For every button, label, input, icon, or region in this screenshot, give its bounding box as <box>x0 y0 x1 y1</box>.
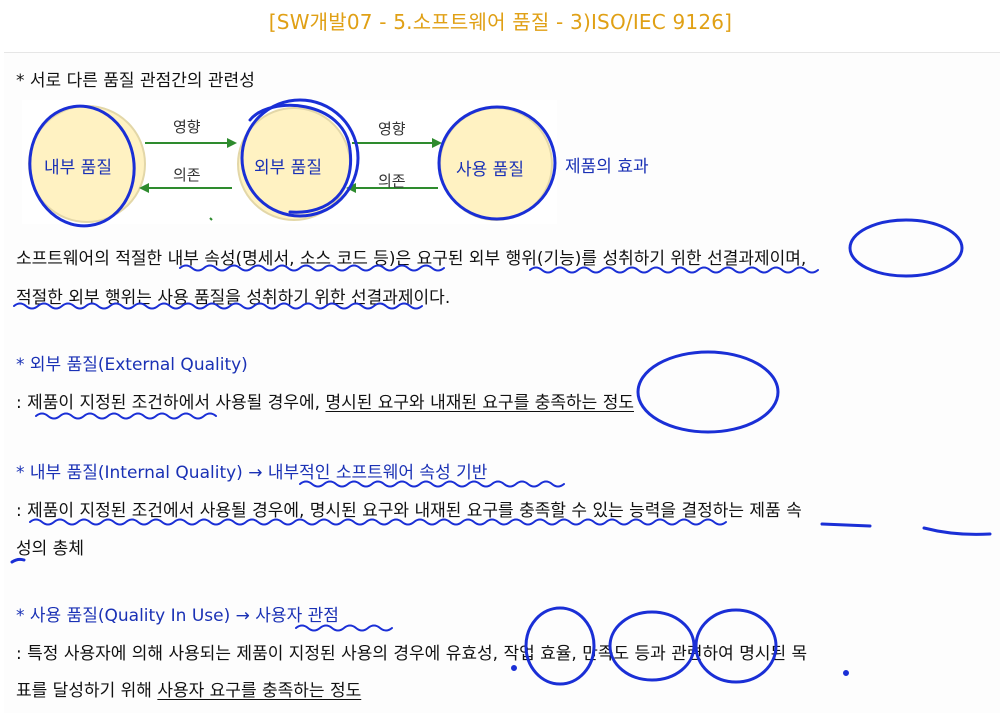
internal-quality-description-2: 성의 총체 <box>16 539 84 559</box>
in-use-quality-description-1: : 특정 사용자에 의해 사용되는 제품이 지정된 사용의 경우에 유효성, 작… <box>16 644 808 664</box>
section-heading: * 서로 다른 품질 관점간의 관련성 <box>16 71 255 91</box>
product-effect-label: 제품의 효과 <box>565 157 649 177</box>
internal-heading-basis: 내부적인 소프트웨어 속성 기반 <box>267 463 488 483</box>
internal-quality-label: 내부 품질 <box>44 158 112 178</box>
external-desc-underlined: 명시된 요구와 내재된 요구를 충족하는 정도 <box>325 393 634 413</box>
external-quality-label: 외부 품질 <box>254 158 322 178</box>
internal-heading-text: * 내부 품질(Internal Quality) → <box>16 463 268 483</box>
in-use-desc-text: 표를 달성하기 위해 <box>16 681 158 701</box>
internal-quality-description-1: : 제품이 지정된 조건에서 사용될 경우에, 명시된 요구와 내재된 요구를 … <box>16 501 802 521</box>
influence-label-2: 영향 <box>378 120 406 138</box>
depend-label-1: 의존 <box>173 166 201 184</box>
internal-quality-heading: * 내부 품질(Internal Quality) → 내부적인 소프트웨어 속… <box>16 458 487 483</box>
depend-label-2: 의존 <box>378 172 406 190</box>
in-use-quality-description-2: 표를 달성하기 위해 사용자 요구를 충족하는 정도 <box>16 676 361 701</box>
paragraph-line-2: 적절한 외부 행위는 사용 품질을 성취하기 위한 선결과제이다. <box>16 288 451 308</box>
in-use-heading-text: * 사용 품질(Quality In Use) → <box>16 606 256 626</box>
in-use-desc-underlined: 사용자 요구를 충족하는 정도 <box>157 681 362 701</box>
influence-label-1: 영향 <box>173 118 201 136</box>
page-title: [SW개발07 - 5.소프트웨어 품질 - 3)ISO/IEC 9126] <box>268 10 733 34</box>
external-quality-description: : 제품이 지정된 조건하에서 사용될 경우에, 명시된 요구와 내재된 요구를… <box>16 388 634 413</box>
paragraph-line-1: 소프트웨어의 적절한 내부 속성(명세서, 소스 코드 등)은 요구된 외부 행… <box>16 249 807 269</box>
diagram-tick <box>209 217 213 221</box>
in-use-quality-heading: * 사용 품질(Quality In Use) → 사용자 관점 <box>16 601 339 626</box>
in-use-quality-label: 사용 품질 <box>456 160 524 180</box>
external-desc-text: : 제품이 지정된 조건하에서 사용될 경우에, <box>16 393 326 413</box>
in-use-heading-viewpoint: 사용자 관점 <box>255 606 339 626</box>
external-quality-heading: * 외부 품질(External Quality) <box>16 355 248 375</box>
quality-relationship-diagram: 내부 품질 외부 품질 사용 품질 영향 의존 영향 의존 <box>22 100 557 224</box>
